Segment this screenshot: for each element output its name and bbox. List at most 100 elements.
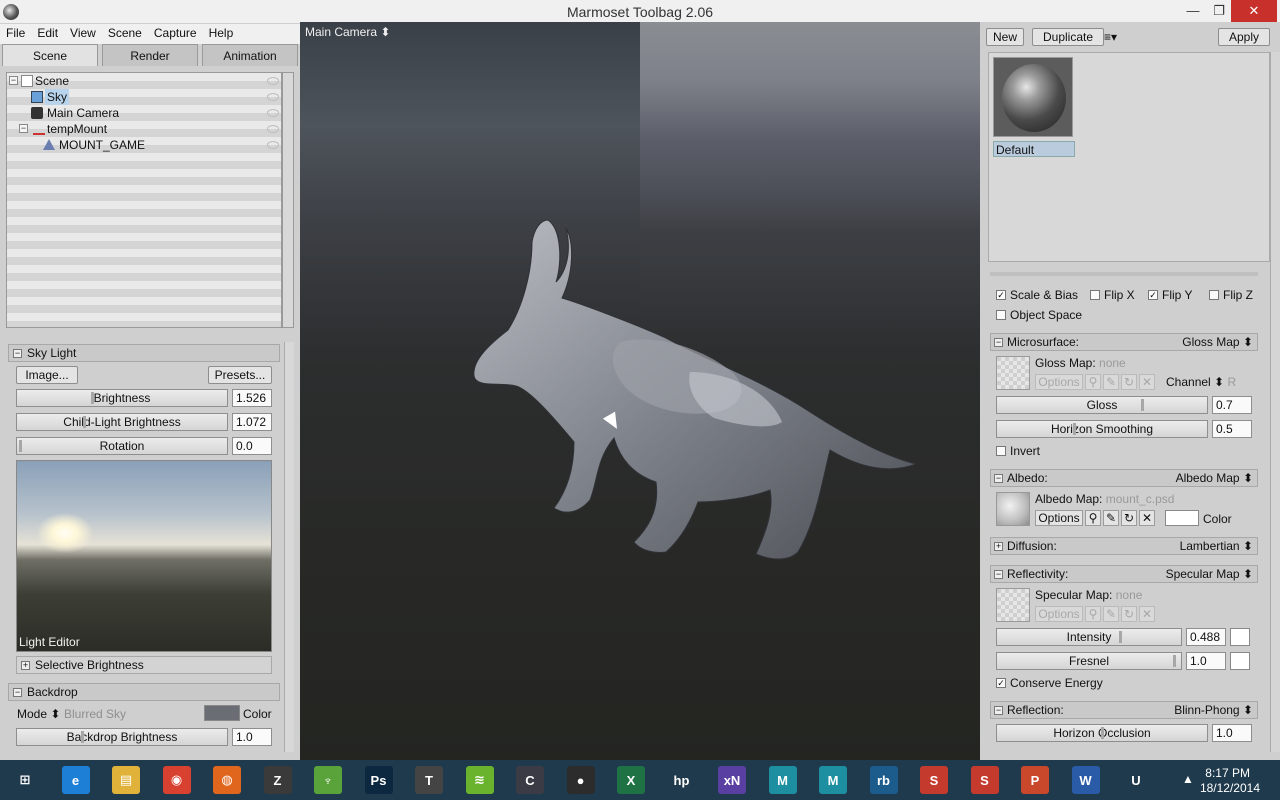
intensity-color-swatch[interactable] [1230,628,1250,646]
backdrop-header[interactable]: − Backdrop [8,683,280,701]
gloss-clear-icon[interactable]: ✕ [1139,374,1155,390]
taskbar-explorer-icon[interactable]: ▤ [107,764,145,796]
object-space-checkbox[interactable]: Object Space [996,308,1082,322]
gloss-options-button[interactable]: Options [1035,374,1083,390]
visibility-eye-icon[interactable] [267,93,279,101]
taskbar-maya-lt-icon[interactable]: M [764,764,802,796]
taskbar-excel-icon[interactable]: X [612,764,650,796]
tab-scene[interactable]: Scene [2,44,98,66]
backdrop-brightness-value[interactable]: 1.0 [232,728,272,746]
clock-time[interactable]: 8:17 PM [1205,766,1250,780]
menu-capture[interactable]: Capture [148,24,203,44]
rotation-slider[interactable]: Rotation [16,437,228,455]
microsurface-mode-dropdown[interactable]: Gloss Map ⬍ [1182,334,1253,350]
slider-handle[interactable] [1141,399,1144,411]
taskbar-start-icon[interactable]: ⊞ [6,764,44,796]
tree-item-main-camera[interactable]: Main Camera [7,105,279,121]
taskbar-t-app-icon[interactable]: T [410,764,448,796]
slider-handle[interactable] [81,731,84,743]
horizon-occlusion-slider[interactable]: Horizon Occlusion [996,724,1208,742]
horizon-smoothing-slider[interactable]: Horizon Smoothing [996,420,1208,438]
taskbar-marmoset-icon[interactable]: ● [562,764,600,796]
specular-edit-icon[interactable]: ✎ [1103,606,1119,622]
horizon-smoothing-value[interactable]: 0.5 [1212,420,1252,438]
menu-scene[interactable]: Scene [102,24,148,44]
backdrop-color-swatch[interactable] [204,705,240,721]
scene-tree[interactable]: − Scene Sky Main Camera − tempMount MOUN… [6,72,282,328]
presets-button[interactable]: Presets... [208,366,272,384]
sky-light-header[interactable]: − Sky Light [8,344,280,362]
channel-dropdown[interactable]: Channel ⬍ R [1166,375,1236,389]
reflection-mode-dropdown[interactable]: Blinn-Phong ⬍ [1174,702,1253,718]
child-light-brightness-value[interactable]: 1.072 [232,413,272,431]
tab-render[interactable]: Render [102,44,198,66]
camera-selector[interactable]: Main Camera ⬍ [305,25,390,39]
collapse-icon[interactable]: − [994,706,1003,715]
taskbar-xn-icon[interactable]: xN [713,764,751,796]
material-name[interactable]: Default [993,141,1075,157]
tray-expand-icon[interactable]: ▲ [1182,772,1194,786]
invert-checkbox[interactable]: Invert [996,444,1040,458]
material-library[interactable]: Default [988,52,1270,262]
albedo-options-button[interactable]: Options [1035,510,1083,526]
albedo-header[interactable]: − Albedo: Albedo Map ⬍ [990,469,1258,487]
taskbar-unreal-icon[interactable]: U [1117,764,1155,796]
duplicate-material-button[interactable]: Duplicate [1032,28,1104,46]
material-menu-icon[interactable]: ≡▾ [1104,30,1117,44]
microsurface-header[interactable]: − Microsurface: Gloss Map ⬍ [990,333,1258,351]
reflectivity-mode-dropdown[interactable]: Specular Map ⬍ [1166,566,1253,582]
flip-y-checkbox[interactable]: ✓ Flip Y [1148,288,1192,302]
new-material-button[interactable]: New [986,28,1024,46]
gloss-reload-icon[interactable]: ↻ [1121,374,1137,390]
tree-item-tempmount[interactable]: − tempMount [7,121,279,137]
reflection-header[interactable]: − Reflection: Blinn-Phong ⬍ [990,701,1258,719]
taskbar-rb-icon[interactable]: rb [865,764,903,796]
taskbar-c-app-icon[interactable]: C [511,764,549,796]
taskbar-maya-icon[interactable]: M [814,764,852,796]
slider-handle[interactable] [1073,423,1076,435]
menu-file[interactable]: File [0,24,31,44]
fresnel-slider[interactable]: Fresnel [996,652,1182,670]
brightness-value[interactable]: 1.526 [232,389,272,407]
albedo-reload-icon[interactable]: ↻ [1121,510,1137,526]
tab-animation[interactable]: Animation [202,44,298,66]
tree-item-mount-game[interactable]: MOUNT_GAME [7,137,279,153]
specular-search-icon[interactable]: ⚲ [1085,606,1101,622]
specular-map-thumbnail[interactable] [996,588,1030,622]
menu-edit[interactable]: Edit [31,24,64,44]
left-panel-scrollbar[interactable] [284,342,294,752]
material-thumbnail[interactable] [993,57,1073,137]
taskbar-ie-icon[interactable]: e [57,764,95,796]
gloss-value[interactable]: 0.7 [1212,396,1252,414]
visibility-eye-icon[interactable] [267,77,279,85]
gloss-map-thumbnail[interactable] [996,356,1030,390]
menu-help[interactable]: Help [203,24,240,44]
child-light-brightness-slider[interactable]: Child-Light Brightness [16,413,228,431]
maximize-button[interactable]: ❐ [1204,0,1234,22]
taskbar-word-icon[interactable]: W [1067,764,1105,796]
intensity-slider[interactable]: Intensity [996,628,1182,646]
tree-item-sky[interactable]: Sky [7,89,279,105]
horizon-occlusion-value[interactable]: 1.0 [1212,724,1252,742]
flip-z-checkbox[interactable]: Flip Z [1209,288,1253,302]
close-button[interactable]: ✕ [1231,0,1277,22]
mode-dropdown[interactable]: Blurred Sky [64,707,126,721]
slider-handle[interactable] [19,440,22,452]
gloss-edit-icon[interactable]: ✎ [1103,374,1119,390]
slider-handle[interactable] [1173,655,1176,667]
apply-material-button[interactable]: Apply [1218,28,1270,46]
diffusion-mode-dropdown[interactable]: Lambertian ⬍ [1180,538,1253,554]
taskbar-chrome-icon[interactable]: ◉ [158,764,196,796]
visibility-eye-icon[interactable] [267,109,279,117]
albedo-edit-icon[interactable]: ✎ [1103,510,1119,526]
right-panel-scrollbar[interactable] [1270,52,1280,752]
tree-item-scene[interactable]: − Scene [7,73,279,89]
slider-handle[interactable] [91,392,94,404]
albedo-map-thumbnail[interactable] [996,492,1030,526]
taskbar-powerpoint-icon[interactable]: P [1016,764,1054,796]
slider-handle[interactable] [1101,727,1104,739]
tree-scrollbar[interactable] [282,72,294,328]
visibility-eye-icon[interactable] [267,141,279,149]
specular-clear-icon[interactable]: ✕ [1139,606,1155,622]
slider-handle[interactable] [1119,631,1122,643]
